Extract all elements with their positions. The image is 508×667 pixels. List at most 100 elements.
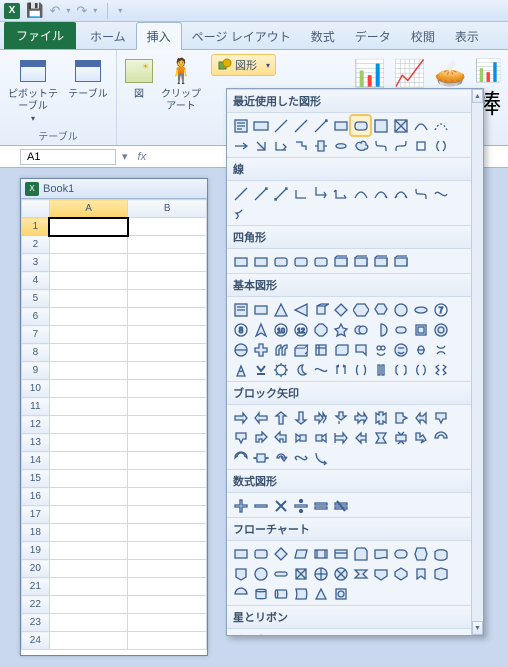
shape-item[interactable] (411, 320, 430, 339)
shape-item[interactable] (231, 116, 250, 135)
shape-item[interactable] (271, 360, 290, 379)
spreadsheet-grid[interactable]: A B 123456789101112131415161718192021222… (21, 199, 207, 650)
shape-item[interactable] (291, 544, 310, 563)
shape-item[interactable] (251, 184, 270, 203)
cell[interactable] (128, 344, 207, 362)
row-header[interactable]: 21 (22, 578, 50, 596)
shape-item[interactable] (291, 408, 310, 427)
row-header[interactable]: 5 (22, 290, 50, 308)
shape-item[interactable] (371, 544, 390, 563)
save-icon[interactable]: 💾 (26, 2, 43, 19)
row-header[interactable]: 16 (22, 488, 50, 506)
shape-item[interactable] (331, 632, 350, 635)
shape-item[interactable] (291, 632, 310, 635)
cell[interactable] (128, 380, 207, 398)
shape-item[interactable] (251, 564, 270, 583)
shape-item[interactable] (291, 496, 310, 515)
shape-item[interactable] (351, 408, 370, 427)
cell[interactable] (128, 254, 207, 272)
row-header[interactable]: 15 (22, 470, 50, 488)
shape-item[interactable] (331, 564, 350, 583)
shape-item[interactable] (311, 184, 330, 203)
shape-item[interactable]: 10 (371, 632, 390, 635)
shape-item[interactable] (371, 340, 390, 359)
shape-item[interactable] (411, 428, 430, 447)
shape-item[interactable] (331, 496, 350, 515)
shape-item[interactable] (371, 300, 390, 319)
shape-item[interactable] (231, 184, 250, 203)
cell[interactable] (49, 326, 128, 344)
shape-item[interactable] (251, 360, 270, 379)
shape-item[interactable] (391, 184, 410, 203)
shape-item[interactable] (271, 632, 290, 635)
undo-icon[interactable]: ↶ (49, 3, 60, 19)
row-header[interactable]: 8 (22, 344, 50, 362)
shape-item[interactable] (271, 340, 290, 359)
shape-item[interactable] (351, 564, 370, 583)
shape-item[interactable] (271, 136, 290, 155)
shape-item[interactable] (311, 252, 330, 271)
shape-item[interactable] (411, 360, 430, 379)
cell[interactable] (49, 632, 128, 650)
shape-item[interactable] (411, 136, 430, 155)
shape-item[interactable] (291, 116, 310, 135)
shape-item[interactable] (251, 428, 270, 447)
cell[interactable] (128, 578, 207, 596)
row-header[interactable]: 3 (22, 254, 50, 272)
shape-item[interactable] (231, 408, 250, 427)
cell[interactable] (128, 488, 207, 506)
shape-item[interactable] (331, 360, 350, 379)
shape-item[interactable] (251, 408, 270, 427)
shape-item[interactable] (231, 300, 250, 319)
row-header[interactable]: 1 (22, 218, 50, 236)
cell[interactable] (128, 362, 207, 380)
row-header[interactable]: 14 (22, 452, 50, 470)
shape-item[interactable] (351, 136, 370, 155)
cell[interactable] (49, 470, 128, 488)
shape-item[interactable] (231, 564, 250, 583)
cell[interactable] (49, 488, 128, 506)
tab-file[interactable]: ファイル (4, 22, 76, 49)
table-button[interactable]: テーブル (66, 53, 110, 101)
shape-item[interactable] (291, 360, 310, 379)
cell[interactable] (49, 398, 128, 416)
shape-item[interactable] (371, 116, 390, 135)
shape-item[interactable] (271, 116, 290, 135)
scroll-up[interactable]: ▲ (472, 89, 483, 103)
shape-item[interactable] (251, 136, 270, 155)
col-header-b[interactable]: B (128, 200, 207, 218)
shape-item[interactable] (331, 428, 350, 447)
shape-item[interactable] (231, 448, 250, 467)
cell[interactable] (128, 326, 207, 344)
shape-item[interactable] (291, 584, 310, 603)
shape-item[interactable] (231, 496, 250, 515)
shape-item[interactable] (351, 340, 370, 359)
shape-item[interactable] (231, 252, 250, 271)
tab-data[interactable]: データ (345, 23, 401, 49)
pivottable-button[interactable]: ピボットテーブル▾ (6, 53, 60, 125)
tab-insert[interactable]: 挿入 (136, 22, 182, 50)
shape-item[interactable] (331, 136, 350, 155)
shape-item[interactable] (411, 544, 430, 563)
shape-item[interactable] (391, 360, 410, 379)
cell[interactable] (49, 272, 128, 290)
shape-item[interactable] (271, 448, 290, 467)
shape-item[interactable] (271, 428, 290, 447)
tab-home[interactable]: ホーム (80, 23, 136, 49)
shape-item[interactable] (251, 496, 270, 515)
row-header[interactable]: 24 (22, 632, 50, 650)
shape-item[interactable] (291, 184, 310, 203)
shape-item[interactable] (431, 116, 450, 135)
shape-item[interactable] (431, 544, 450, 563)
shape-item[interactable] (231, 340, 250, 359)
workbook-titlebar[interactable]: X Book1 (21, 179, 207, 199)
cell[interactable] (128, 524, 207, 542)
cell[interactable] (128, 290, 207, 308)
shape-item[interactable] (311, 340, 330, 359)
shape-item[interactable] (231, 632, 250, 635)
shape-item[interactable] (391, 300, 410, 319)
shape-item[interactable] (371, 564, 390, 583)
shape-item[interactable]: "/> (311, 408, 330, 427)
cell[interactable] (49, 506, 128, 524)
cell[interactable] (128, 542, 207, 560)
